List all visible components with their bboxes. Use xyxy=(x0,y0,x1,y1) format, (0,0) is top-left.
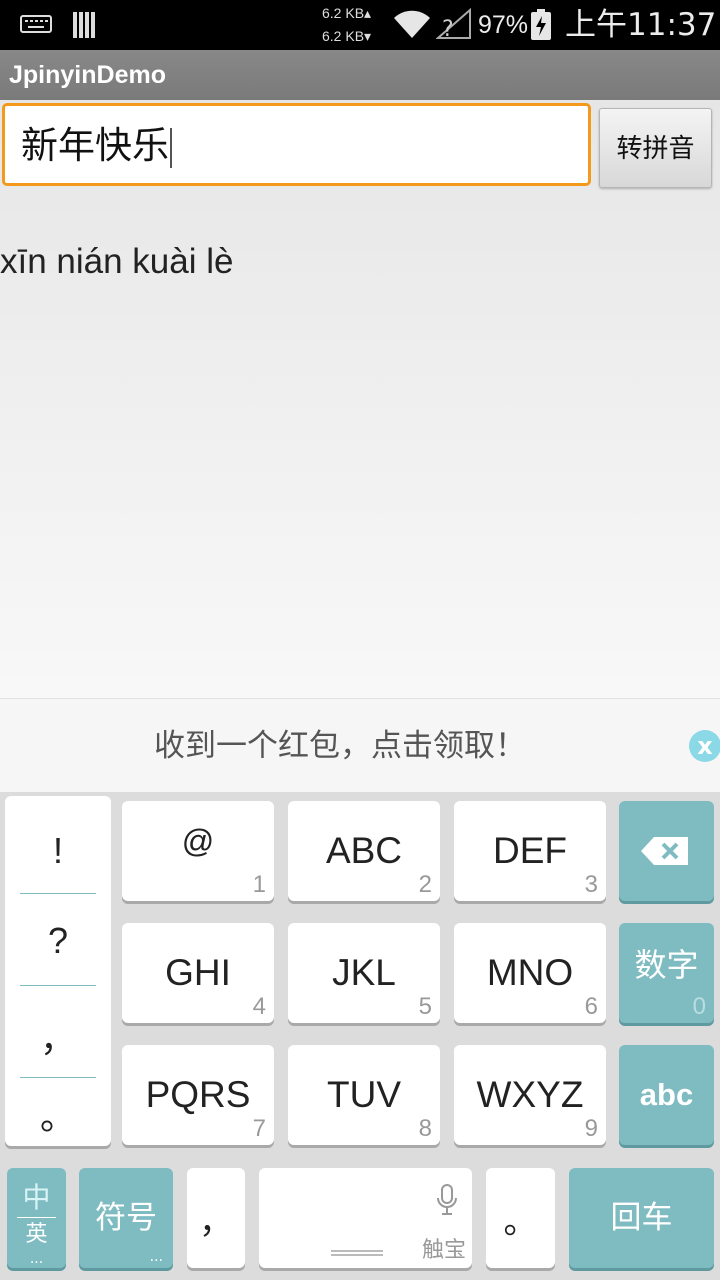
key-number: 3 xyxy=(584,871,598,898)
symbol-column[interactable]: ! ? ， 。 xyxy=(5,796,111,1146)
no-signal-icon: ? xyxy=(436,8,471,40)
key-1[interactable]: @ 1 xyxy=(122,801,274,901)
sim-icon xyxy=(73,12,95,38)
pinyin-result: xīn nián kuài lè xyxy=(0,242,234,281)
more-indicator: ... xyxy=(29,1251,44,1267)
divider xyxy=(17,1217,56,1218)
key-number: 5 xyxy=(418,993,432,1020)
english-mode-label: 英 xyxy=(25,1222,48,1247)
status-bar: 6.2 KB▴ 6.2 KB▾ ? 97% 上午11:37 xyxy=(0,0,720,50)
more-indicator: ... xyxy=(149,1249,163,1265)
keyboard-icon xyxy=(20,15,52,33)
key-label: PQRS xyxy=(145,1074,251,1115)
key-7[interactable]: PQRS 7 xyxy=(122,1045,274,1145)
key-4[interactable]: GHI 4 xyxy=(122,923,274,1023)
key-label: 回车 xyxy=(610,1200,673,1236)
language-switch-key[interactable]: 中 英 ... xyxy=(7,1168,66,1268)
red-packet-banner[interactable]: 收到一个红包，点击领取！ x xyxy=(0,698,720,793)
app-title: JpinyinDemo xyxy=(9,61,166,89)
battery-percent: 97% xyxy=(478,11,529,39)
text-cursor xyxy=(170,127,172,168)
divider xyxy=(20,893,96,894)
space-bar-indicator xyxy=(331,1250,383,1256)
divider xyxy=(20,985,96,986)
key-label: 符号 xyxy=(95,1200,157,1236)
key-number: 0 xyxy=(692,993,706,1020)
key-number: 2 xyxy=(418,871,432,898)
key-8[interactable]: TUV 8 xyxy=(288,1045,440,1145)
key-label: ABC xyxy=(325,830,403,871)
key-number: 6 xyxy=(584,993,598,1020)
chinese-mode-label: 中 xyxy=(22,1181,51,1214)
key-label: abc xyxy=(639,1077,694,1112)
key-label: DEF xyxy=(493,830,567,871)
key-number: 7 xyxy=(252,1115,266,1142)
key-3[interactable]: DEF 3 xyxy=(454,801,606,901)
app-title-bar: JpinyinDemo xyxy=(0,50,720,100)
touchpal-label: 触宝 xyxy=(421,1238,466,1263)
backspace-key[interactable] xyxy=(619,801,714,901)
keyboard: ! ? ， 。 @ 1 ABC 2 DEF 3 GHI 4 JKL 5 MNO … xyxy=(0,792,720,1280)
key-number: 1 xyxy=(252,871,266,898)
microphone-icon[interactable] xyxy=(436,1184,458,1216)
key-label: ， xyxy=(199,1202,233,1242)
key-9[interactable]: WXYZ 9 xyxy=(454,1045,606,1145)
key-label: GHI xyxy=(165,952,231,993)
key-label: MNO xyxy=(486,952,574,993)
clock: 上午11:37 xyxy=(565,7,717,43)
key-label: WXYZ xyxy=(476,1074,584,1115)
network-speed: 6.2 KB▴ 6.2 KB▾ xyxy=(322,2,371,48)
download-speed: 6.2 KB▾ xyxy=(322,28,372,44)
key-2[interactable]: ABC 2 xyxy=(288,801,440,901)
upload-speed: 6.2 KB▴ xyxy=(322,5,372,21)
key-number: 8 xyxy=(418,1115,432,1142)
key-label: JKL xyxy=(332,952,396,993)
battery-charging-icon xyxy=(531,9,551,40)
close-icon[interactable]: x xyxy=(689,730,720,762)
comma-key[interactable]: ， xyxy=(187,1168,245,1268)
symbols-key[interactable]: 符号 ... xyxy=(79,1168,173,1268)
wifi-icon xyxy=(394,10,430,38)
symbol-comma-key[interactable]: ， xyxy=(5,1014,111,1064)
space-key[interactable]: 触宝 xyxy=(259,1168,472,1268)
svg-text:?: ? xyxy=(442,17,454,40)
backspace-icon xyxy=(641,837,688,865)
key-number: 4 xyxy=(252,993,266,1020)
main-content: 新年快乐 转拼音 xīn nián kuài lè xyxy=(0,100,720,698)
symbol-exclamation-key[interactable]: ! xyxy=(5,826,111,876)
chinese-text-input[interactable]: 新年快乐 xyxy=(2,103,591,186)
key-6[interactable]: MNO 6 xyxy=(454,923,606,1023)
symbol-question-key[interactable]: ? xyxy=(5,916,111,966)
key-5[interactable]: JKL 5 xyxy=(288,923,440,1023)
banner-message[interactable]: 收到一个红包，点击领取！ xyxy=(0,699,680,793)
input-value: 新年快乐 xyxy=(21,124,169,167)
period-key[interactable]: 。 xyxy=(486,1168,555,1268)
divider xyxy=(20,1077,96,1078)
key-number: 9 xyxy=(584,1115,598,1142)
enter-key[interactable]: 回车 xyxy=(569,1168,714,1268)
key-label: TUV xyxy=(327,1074,401,1115)
key-label: 。 xyxy=(503,1202,538,1242)
digits-key[interactable]: 数字 0 xyxy=(619,923,714,1023)
symbol-period-key[interactable]: 。 xyxy=(5,1092,111,1142)
key-label: 数字 xyxy=(634,946,699,984)
key-label: @ xyxy=(181,823,215,859)
convert-to-pinyin-button[interactable]: 转拼音 xyxy=(599,108,712,188)
abc-key[interactable]: abc xyxy=(619,1045,714,1145)
